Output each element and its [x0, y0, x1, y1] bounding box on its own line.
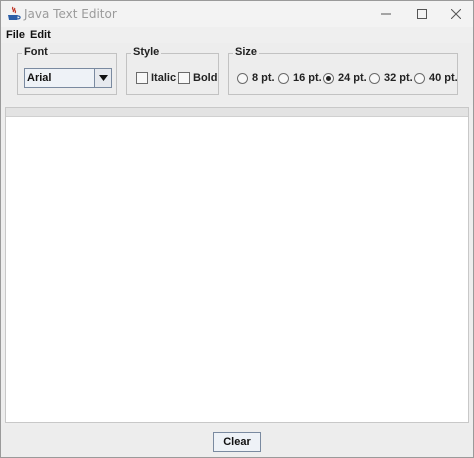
- font-combobox[interactable]: Arial: [24, 68, 112, 88]
- maximize-button[interactable]: [404, 1, 440, 27]
- bold-checkbox-option[interactable]: Bold: [178, 72, 217, 84]
- size-32-radio[interactable]: [369, 72, 380, 84]
- italic-checkbox-option[interactable]: Italic: [136, 72, 176, 84]
- size-16-option[interactable]: 16 pt.: [278, 72, 322, 84]
- bottom-bar: Clear: [1, 425, 473, 457]
- italic-label: Italic: [151, 72, 177, 84]
- style-group-legend: Style: [131, 46, 162, 58]
- size-8-option[interactable]: 8 pt.: [237, 72, 275, 84]
- font-group-legend: Font: [22, 46, 50, 58]
- size-40-radio[interactable]: [414, 72, 425, 84]
- menu-bar: File Edit: [1, 27, 473, 43]
- minimize-icon: [381, 13, 391, 15]
- size-group: Size 8 pt. 16 pt. 24 pt. 32 pt. 40 pt.: [228, 46, 458, 95]
- size-8-radio[interactable]: [237, 72, 248, 84]
- size-16-label: 16 pt.: [293, 72, 322, 84]
- app-window: Java Text Editor File Edit Font Arial St…: [0, 0, 474, 458]
- size-32-option[interactable]: 32 pt.: [369, 72, 413, 84]
- title-bar[interactable]: Java Text Editor: [1, 1, 473, 27]
- java-app-icon: [7, 6, 21, 22]
- size-16-radio[interactable]: [278, 72, 289, 84]
- window-title: Java Text Editor: [24, 7, 117, 21]
- font-combobox-value: Arial: [27, 72, 52, 84]
- bold-label: Bold: [193, 72, 218, 84]
- editor-header-strip: [6, 108, 468, 117]
- close-icon: [451, 9, 461, 19]
- dropdown-arrow-icon[interactable]: [94, 69, 111, 87]
- minimize-button[interactable]: [368, 1, 404, 27]
- size-24-label: 24 pt.: [338, 72, 367, 84]
- size-40-label: 40 pt.: [429, 72, 458, 84]
- menu-file[interactable]: File: [6, 29, 25, 41]
- size-8-label: 8 pt.: [252, 72, 275, 84]
- maximize-icon: [417, 9, 427, 19]
- format-toolbar: Font Arial Style Italic Bold Size 8 pt. …: [1, 43, 473, 105]
- font-group: Font Arial: [17, 46, 117, 95]
- size-24-option[interactable]: 24 pt.: [323, 72, 367, 84]
- style-group: Style Italic Bold: [126, 46, 219, 95]
- close-button[interactable]: [438, 1, 473, 27]
- size-24-radio[interactable]: [323, 72, 334, 84]
- size-32-label: 32 pt.: [384, 72, 413, 84]
- bold-checkbox[interactable]: [178, 72, 190, 84]
- italic-checkbox[interactable]: [136, 72, 148, 84]
- clear-button[interactable]: Clear: [213, 432, 261, 452]
- menu-edit[interactable]: Edit: [30, 29, 51, 41]
- editor-scrollpane: [5, 107, 469, 423]
- size-group-legend: Size: [233, 46, 260, 58]
- radio-selected-dot: [326, 75, 331, 81]
- size-40-option[interactable]: 40 pt.: [414, 72, 458, 84]
- text-editor-area[interactable]: [6, 117, 468, 422]
